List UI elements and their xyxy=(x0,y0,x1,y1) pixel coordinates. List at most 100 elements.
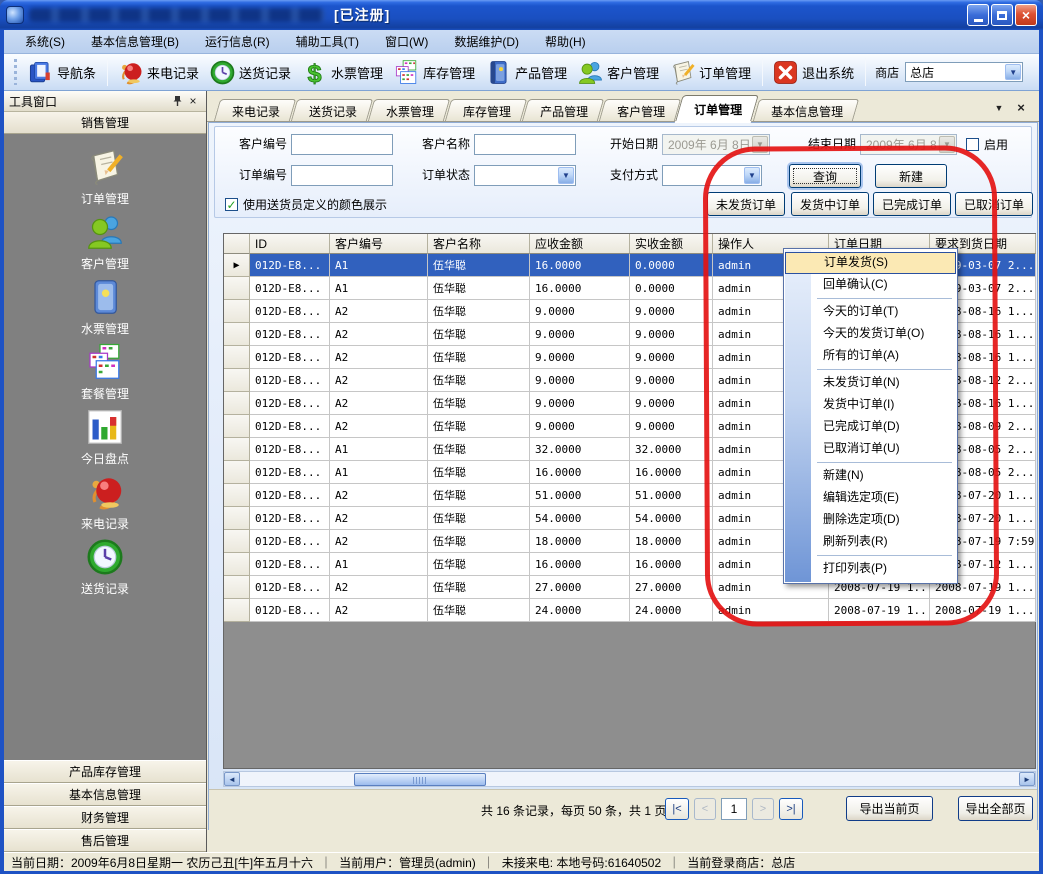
menubar-item[interactable]: 帮助(H) xyxy=(532,30,599,53)
context-menu-item[interactable]: 编辑选定项(E) xyxy=(785,487,956,509)
query-button[interactable]: 查询 xyxy=(789,164,861,188)
row-selector-cell[interactable] xyxy=(224,392,250,415)
context-menu-item[interactable]: 回单确认(C) xyxy=(785,274,956,296)
context-menu-item[interactable]: 发货中订单(I) xyxy=(785,394,956,416)
sidebar-item[interactable]: 来电记录 xyxy=(4,471,206,536)
export-all-pages-button[interactable]: 导出全部页 xyxy=(958,796,1033,821)
context-menu-item[interactable]: 新建(N) xyxy=(785,465,956,487)
tab-list-dropdown-icon[interactable]: ▼ xyxy=(991,100,1007,115)
toolbar-button[interactable]: 送货记录 xyxy=(205,56,297,88)
enable-checkbox[interactable] xyxy=(966,138,979,151)
toolbar-button[interactable]: 客户管理 xyxy=(573,56,665,88)
row-selector-cell[interactable] xyxy=(224,553,250,576)
toolbar-button[interactable]: $水票管理 xyxy=(297,56,389,88)
row-selector-cell[interactable] xyxy=(224,369,250,392)
menubar-item[interactable]: 辅助工具(T) xyxy=(283,30,372,53)
sidebar-group-sales[interactable]: 销售管理 xyxy=(4,112,206,134)
unshipped-orders-button[interactable]: 未发货订单 xyxy=(707,192,785,216)
toolbar-button[interactable]: 来电记录 xyxy=(113,56,205,88)
sidebar-item[interactable]: 送货记录 xyxy=(4,536,206,601)
toolbar-button[interactable]: 订单管理 xyxy=(665,56,757,88)
sidebar-item[interactable]: 今日盘点 xyxy=(4,406,206,471)
customer-no-input[interactable] xyxy=(291,134,393,155)
row-selector-cell[interactable]: ▶ xyxy=(224,254,250,277)
grid-column-header[interactable]: 客户编号 xyxy=(330,234,428,254)
tab-1[interactable]: 来电记录 xyxy=(217,99,293,121)
sidebar-item[interactable]: 水票管理 xyxy=(4,276,206,341)
last-page-button[interactable]: >| xyxy=(779,798,803,820)
pin-icon[interactable] xyxy=(169,94,185,109)
new-button[interactable]: 新建 xyxy=(875,164,947,188)
context-menu-item[interactable]: 未发货订单(N) xyxy=(785,372,956,394)
export-current-page-button[interactable]: 导出当前页 xyxy=(846,796,933,821)
row-selector-cell[interactable] xyxy=(224,484,250,507)
grid-column-header[interactable]: 实收金额 xyxy=(630,234,713,254)
row-selector-cell[interactable] xyxy=(224,438,250,461)
tab-2[interactable]: 送货记录 xyxy=(294,99,370,121)
prev-page-button[interactable]: < xyxy=(694,798,716,820)
context-menu-item[interactable]: 今天的发货订单(O) xyxy=(785,323,956,345)
tab-4[interactable]: 库存管理 xyxy=(448,99,524,121)
toolbar-button[interactable]: 退出系统 xyxy=(768,56,860,88)
menubar-item[interactable]: 基本信息管理(B) xyxy=(78,30,192,53)
table-row[interactable]: 012D-E8...A2伍华聪24.000024.0000admin2008-0… xyxy=(224,599,1035,622)
menubar-item[interactable]: 系统(S) xyxy=(12,30,78,53)
grid-column-header[interactable]: 客户名称 xyxy=(428,234,530,254)
grid-column-header[interactable]: ID xyxy=(250,234,330,254)
row-selector-cell[interactable] xyxy=(224,599,250,622)
color-checkbox[interactable]: ✓ xyxy=(225,198,238,211)
close-icon[interactable]: × xyxy=(185,94,201,109)
cancelled-orders-button[interactable]: 已取消订单 xyxy=(955,192,1033,216)
sidebar-group-bar[interactable]: 产品库存管理 xyxy=(4,760,206,783)
tab-3[interactable]: 水票管理 xyxy=(371,99,447,121)
customer-name-input[interactable] xyxy=(474,134,576,155)
menubar-item[interactable]: 数据维护(D) xyxy=(441,30,532,53)
scrollbar-thumb[interactable] xyxy=(354,773,486,786)
grid-column-header[interactable]: 应收金额 xyxy=(530,234,630,254)
toolbar-button[interactable]: 导航条 xyxy=(23,56,102,88)
row-selector-cell[interactable] xyxy=(224,277,250,300)
row-selector-cell[interactable] xyxy=(224,461,250,484)
row-selector-cell[interactable] xyxy=(224,507,250,530)
page-number-input[interactable] xyxy=(721,798,747,820)
maximize-button[interactable] xyxy=(991,4,1013,26)
order-status-combo[interactable]: ▼ xyxy=(474,165,576,186)
tab-5[interactable]: 产品管理 xyxy=(525,99,601,121)
sidebar-group-bar[interactable]: 基本信息管理 xyxy=(4,783,206,806)
horizontal-scrollbar[interactable]: ◄ ► xyxy=(223,771,1036,787)
next-page-button[interactable]: > xyxy=(752,798,774,820)
tab-7[interactable]: 订单管理 xyxy=(679,95,755,121)
menubar-item[interactable]: 运行信息(R) xyxy=(192,30,283,53)
context-menu-item[interactable]: 已取消订单(U) xyxy=(785,438,956,460)
sidebar-item[interactable]: 套餐管理 xyxy=(4,341,206,406)
close-button[interactable]: × xyxy=(1015,4,1037,26)
scroll-right-icon[interactable]: ► xyxy=(1019,772,1035,786)
context-menu-item[interactable]: 今天的订单(T) xyxy=(785,301,956,323)
tab-6[interactable]: 客户管理 xyxy=(602,99,678,121)
row-selector-cell[interactable] xyxy=(224,323,250,346)
context-menu-item[interactable]: 所有的订单(A) xyxy=(785,345,956,367)
row-selector-cell[interactable] xyxy=(224,530,250,553)
sidebar-group-bar[interactable]: 财务管理 xyxy=(4,806,206,829)
context-menu-item[interactable]: 已完成订单(D) xyxy=(785,416,956,438)
context-menu-item[interactable]: 删除选定项(D) xyxy=(785,509,956,531)
sidebar-group-bar[interactable]: 售后管理 xyxy=(4,829,206,852)
row-selector-cell[interactable] xyxy=(224,576,250,599)
scroll-left-icon[interactable]: ◄ xyxy=(224,772,240,786)
row-selector-cell[interactable] xyxy=(224,346,250,369)
toolbar-button[interactable]: 产品管理 xyxy=(481,56,573,88)
sidebar-item[interactable]: 订单管理 xyxy=(4,146,206,211)
pay-method-combo[interactable]: ▼ xyxy=(662,165,762,186)
completed-orders-button[interactable]: 已完成订单 xyxy=(873,192,951,216)
first-page-button[interactable]: |< xyxy=(665,798,689,820)
context-menu-item[interactable]: 刷新列表(R) xyxy=(785,531,956,553)
tab-8[interactable]: 基本信息管理 xyxy=(756,99,856,121)
sidebar-item[interactable]: 客户管理 xyxy=(4,211,206,276)
shipping-orders-button[interactable]: 发货中订单 xyxy=(791,192,869,216)
tab-close-icon[interactable]: × xyxy=(1013,100,1029,115)
context-menu-item[interactable]: 打印列表(P) xyxy=(785,558,956,580)
menubar-item[interactable]: 窗口(W) xyxy=(372,30,441,53)
start-date-picker[interactable]: 2009年 6月 8日▼ xyxy=(662,134,770,155)
toolbar-button[interactable]: 库存管理 xyxy=(389,56,481,88)
context-menu-item[interactable]: 订单发货(S) xyxy=(785,252,956,274)
